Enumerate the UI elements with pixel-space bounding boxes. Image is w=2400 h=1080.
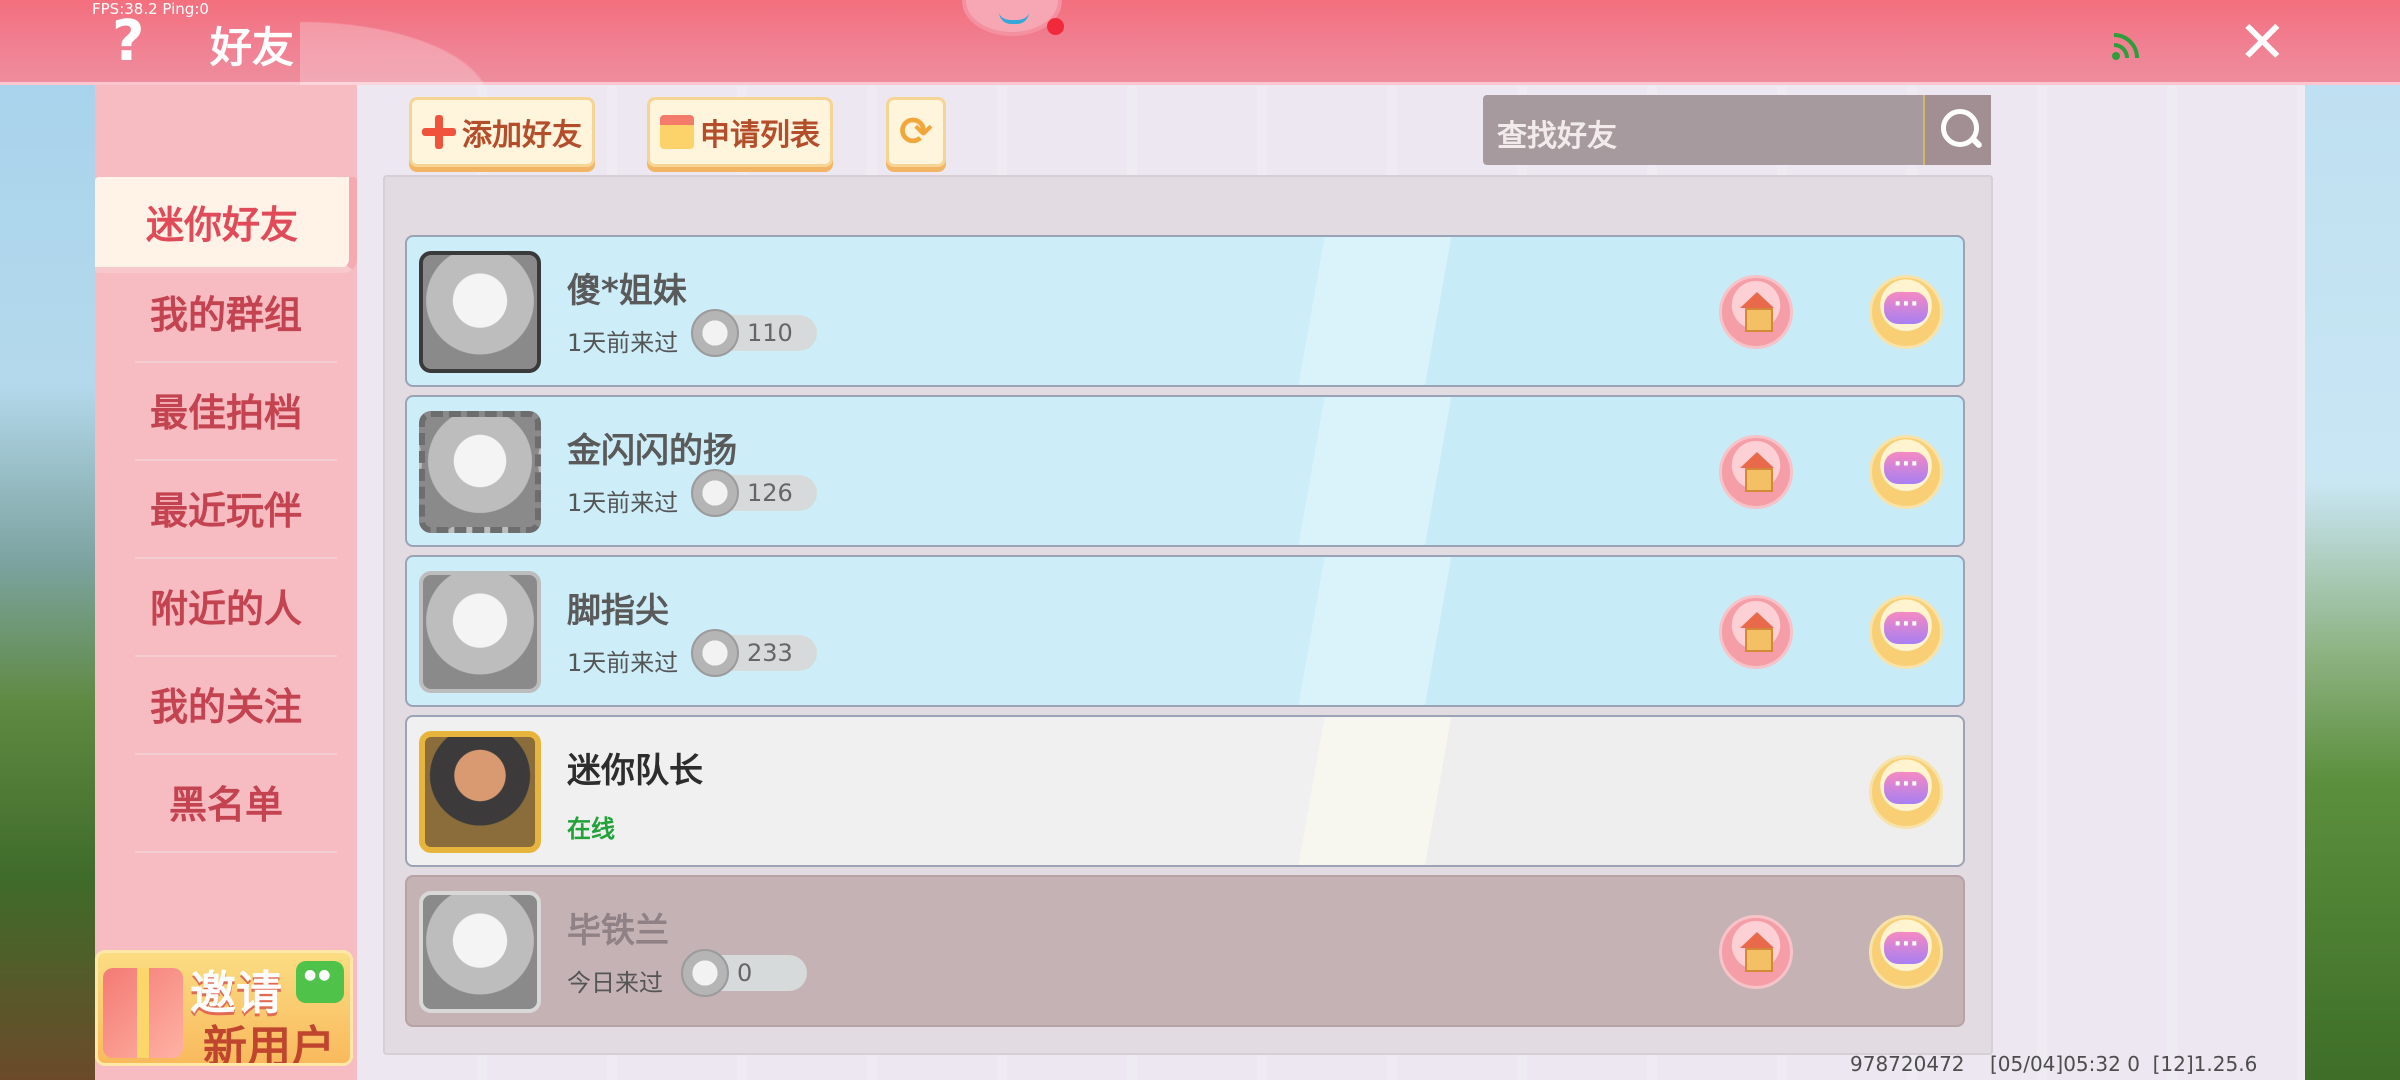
friend-name: 傻*姐妹 bbox=[567, 271, 687, 311]
visit-home-button[interactable] bbox=[1719, 595, 1793, 669]
friend-row[interactable]: 毕铁兰 今日来过 0 bbox=[405, 875, 1965, 1027]
game-background-right bbox=[2305, 85, 2400, 1080]
friend-avatar[interactable] bbox=[419, 251, 541, 373]
level-icon bbox=[691, 629, 739, 677]
sidebar-item-label: 附近的人 bbox=[149, 587, 302, 631]
topbar-decoration bbox=[300, 0, 540, 85]
level-icon bbox=[681, 949, 729, 997]
chat-button[interactable] bbox=[1869, 915, 1943, 989]
divider bbox=[135, 361, 337, 363]
visit-home-button[interactable] bbox=[1719, 275, 1793, 349]
fps-readout: FPS:38.2 Ping:0 bbox=[92, 0, 209, 18]
friend-name: 脚指尖 bbox=[567, 591, 669, 631]
invite-new-user-banner[interactable]: 邀请 新用户 bbox=[95, 950, 353, 1066]
request-list-icon bbox=[660, 115, 694, 149]
sidebar-item-label: 我的群组 bbox=[149, 293, 302, 337]
add-friend-button[interactable]: 添加好友 bbox=[409, 97, 595, 167]
sidebar-item-label: 迷你好友 bbox=[145, 203, 298, 247]
level-value: 126 bbox=[747, 479, 793, 507]
friend-name: 迷你队长 bbox=[567, 751, 703, 791]
refresh-button[interactable]: ⟳ bbox=[886, 97, 946, 167]
level-icon bbox=[691, 309, 739, 357]
add-friend-label: 添加好友 bbox=[462, 118, 582, 153]
wifi-signal-icon bbox=[2112, 33, 2139, 60]
sidebar-item-label: 最近玩伴 bbox=[149, 489, 302, 533]
friend-avatar[interactable] bbox=[419, 571, 541, 693]
chat-button[interactable] bbox=[1869, 595, 1943, 669]
sidebar-item-label: 最佳拍档 bbox=[149, 391, 302, 435]
chat-button[interactable] bbox=[1869, 435, 1943, 509]
sidebar-item-recent-players[interactable]: 最近玩伴 bbox=[95, 463, 357, 559]
friend-row[interactable]: 金闪闪的扬 1天前来过 126 bbox=[405, 395, 1965, 547]
friend-last-seen: 今日来过 bbox=[567, 969, 663, 997]
invite-line2: 新用户 bbox=[203, 1022, 335, 1066]
sidebar-item-label: 我的关注 bbox=[149, 685, 302, 729]
friend-last-seen: 1天前来过 bbox=[567, 649, 679, 677]
main-panel: 添加好友 申请列表 ⟳ 查找好友 傻*姐妹 1天前来过 110 金闪闪的扬 1天… bbox=[357, 85, 2305, 1080]
gift-box-icon bbox=[103, 968, 183, 1058]
friend-row[interactable]: 脚指尖 1天前来过 233 bbox=[405, 555, 1965, 707]
search-placeholder: 查找好友 bbox=[1497, 119, 1617, 154]
sidebar-item-label: 黑名单 bbox=[168, 783, 283, 827]
refresh-icon: ⟳ bbox=[899, 109, 933, 155]
sidebar-item-mini-friends[interactable]: 迷你好友 bbox=[95, 177, 357, 273]
visit-home-button[interactable] bbox=[1719, 435, 1793, 509]
page-title: 好友 bbox=[210, 23, 295, 72]
divider bbox=[135, 655, 337, 657]
level-value: 110 bbox=[747, 319, 793, 347]
friend-avatar[interactable] bbox=[419, 411, 541, 533]
level-icon bbox=[691, 469, 739, 517]
sidebar-item-blacklist[interactable]: 黑名单 bbox=[95, 757, 357, 853]
level-badge: 233 bbox=[691, 629, 817, 677]
friend-avatar[interactable] bbox=[419, 731, 541, 853]
friend-row[interactable]: 傻*姐妹 1天前来过 110 bbox=[405, 235, 1965, 387]
friend-name: 金闪闪的扬 bbox=[567, 431, 737, 471]
friend-list[interactable]: 傻*姐妹 1天前来过 110 金闪闪的扬 1天前来过 126 脚指尖 1 bbox=[383, 175, 1993, 1055]
search-icon[interactable] bbox=[1923, 95, 1991, 165]
visit-home-button[interactable] bbox=[1719, 915, 1793, 989]
friend-avatar[interactable] bbox=[419, 891, 541, 1013]
game-background-left bbox=[0, 85, 95, 1080]
plus-icon bbox=[422, 115, 456, 149]
chat-button[interactable] bbox=[1869, 755, 1943, 829]
sidebar-item-my-groups[interactable]: 我的群组 bbox=[95, 267, 357, 363]
sidebar-item-nearby[interactable]: 附近的人 bbox=[95, 561, 357, 657]
friend-last-seen: 1天前来过 bbox=[567, 489, 679, 517]
search-friend-field[interactable]: 查找好友 bbox=[1483, 95, 1991, 165]
friend-row[interactable]: 迷你队长 在线 bbox=[405, 715, 1965, 867]
divider bbox=[135, 557, 337, 559]
build-info: 978720472 [05/04]05:32 0 [12]1.25.6 bbox=[1850, 1052, 2258, 1076]
chat-button[interactable] bbox=[1869, 275, 1943, 349]
level-badge: 110 bbox=[691, 309, 817, 357]
friend-last-seen: 1天前来过 bbox=[567, 329, 679, 357]
request-list-button[interactable]: 申请列表 bbox=[647, 97, 833, 167]
close-icon[interactable]: ✕ bbox=[2238, 12, 2287, 72]
divider bbox=[135, 851, 337, 853]
level-value: 0 bbox=[737, 959, 753, 987]
center-tab-bubble[interactable] bbox=[962, 0, 1062, 36]
notification-dot bbox=[1047, 18, 1064, 35]
level-badge: 0 bbox=[681, 949, 807, 997]
help-icon[interactable]: ? bbox=[112, 10, 144, 74]
request-list-label: 申请列表 bbox=[700, 118, 820, 153]
divider bbox=[135, 459, 337, 461]
friend-name: 毕铁兰 bbox=[567, 911, 669, 951]
level-badge: 126 bbox=[691, 469, 817, 517]
divider bbox=[135, 753, 337, 755]
wechat-icon bbox=[296, 961, 344, 1003]
sidebar-item-following[interactable]: 我的关注 bbox=[95, 659, 357, 755]
level-value: 233 bbox=[747, 639, 793, 667]
top-bar: FPS:38.2 Ping:0 ? 好友 ✕ bbox=[0, 0, 2400, 85]
sidebar-item-best-partners[interactable]: 最佳拍档 bbox=[95, 365, 357, 461]
sidebar: 迷你好友 我的群组 最佳拍档 最近玩伴 附近的人 我的关注 黑名单 bbox=[95, 85, 357, 1080]
friend-online-status: 在线 bbox=[567, 815, 615, 843]
